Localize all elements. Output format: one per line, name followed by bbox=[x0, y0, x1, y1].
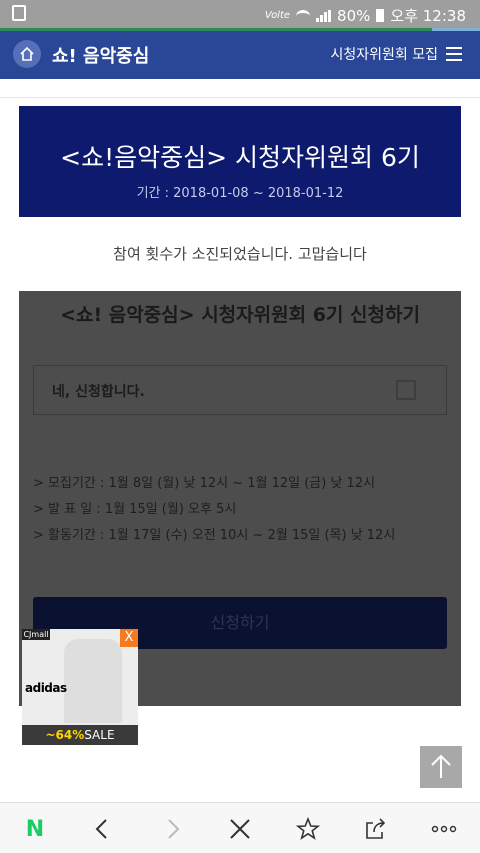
bookmark-button[interactable] bbox=[290, 811, 326, 847]
more-button[interactable] bbox=[426, 811, 462, 847]
volte-label: Volte bbox=[264, 10, 291, 21]
recruit-link[interactable]: 시청자위원회 모집 bbox=[331, 44, 439, 64]
ad-close-button[interactable]: X bbox=[120, 629, 138, 647]
schedule-list: > 모집기간 : 1월 8일 (월) 낮 12시 ~ 1월 12일 (금) 낮 … bbox=[33, 471, 395, 549]
more-icon bbox=[431, 825, 457, 833]
agree-option[interactable]: 네, 신청합니다. bbox=[33, 365, 447, 415]
naver-logo-icon: N bbox=[25, 816, 45, 842]
schedule-recruit-period: > 모집기간 : 1월 8일 (월) 낮 12시 ~ 1월 12일 (금) 낮 … bbox=[33, 476, 376, 491]
close-tab-button[interactable] bbox=[222, 811, 258, 847]
ad-discount: ~64% bbox=[45, 728, 85, 742]
event-card: <쇼!음악중심> 시청자위원회 6기 기간 : 2018-01-08 ~ 201… bbox=[19, 106, 461, 706]
wifi-icon bbox=[296, 9, 311, 22]
ad-brand-logo: adidas bbox=[25, 681, 67, 695]
agree-label: 네, 신청합니다. bbox=[52, 384, 145, 400]
ad-sale-text: SALE bbox=[84, 728, 115, 742]
divider bbox=[0, 97, 480, 98]
floating-ad[interactable]: CJmall X adidas ~64%SALE bbox=[22, 629, 138, 745]
hamburger-icon[interactable] bbox=[446, 47, 462, 61]
close-icon bbox=[230, 819, 250, 839]
ad-product-image bbox=[64, 639, 122, 723]
home-button[interactable] bbox=[13, 40, 41, 68]
agree-checkbox[interactable] bbox=[396, 380, 416, 400]
event-title: <쇼!음악중심> 시청자위원회 6기 bbox=[60, 143, 420, 172]
naver-home-button[interactable]: N bbox=[17, 811, 53, 847]
back-button[interactable] bbox=[84, 811, 120, 847]
schedule-announce-date: > 발 표 일 : 1월 15일 (월) 오후 5시 bbox=[33, 502, 237, 517]
scroll-to-top-button[interactable] bbox=[420, 746, 462, 788]
event-period: 기간 : 2018-01-08 ~ 2018-01-12 bbox=[136, 186, 344, 201]
share-icon bbox=[366, 818, 386, 839]
battery-percent: 80% bbox=[337, 6, 371, 25]
chevron-right-icon bbox=[168, 819, 180, 839]
home-icon bbox=[20, 46, 34, 61]
clock: 오후 12:38 bbox=[390, 7, 466, 25]
status-bar: Volte 80% 오후 12:38 bbox=[0, 0, 480, 28]
arrow-up-icon bbox=[431, 754, 451, 778]
signal-icon bbox=[316, 9, 332, 22]
app-title[interactable]: 쇼! 음악중심 bbox=[52, 42, 149, 68]
forward-button[interactable] bbox=[155, 811, 191, 847]
star-icon bbox=[296, 817, 320, 840]
app-header: 쇼! 음악중심 시청자위원회 모집 bbox=[0, 31, 480, 79]
chevron-left-icon bbox=[95, 819, 107, 839]
battery-icon bbox=[376, 9, 385, 22]
ad-mall-badge: CJmall bbox=[22, 629, 50, 640]
participation-notice: 참여 횟수가 소진되었습니다. 고맙습니다 bbox=[19, 217, 461, 291]
notification-icon bbox=[12, 5, 26, 21]
ad-sale-label: ~64%SALE bbox=[22, 725, 138, 745]
event-banner: <쇼!음악중심> 시청자위원회 6기 기간 : 2018-01-08 ~ 201… bbox=[19, 106, 461, 217]
share-button[interactable] bbox=[358, 811, 394, 847]
browser-toolbar: N bbox=[0, 802, 480, 853]
form-title: <쇼! 음악중심> 시청자위원회 6기 신청하기 bbox=[60, 304, 420, 326]
schedule-activity-period: > 활동기간 : 1월 17일 (수) 오전 10시 ~ 2월 15일 (목) … bbox=[33, 528, 396, 543]
